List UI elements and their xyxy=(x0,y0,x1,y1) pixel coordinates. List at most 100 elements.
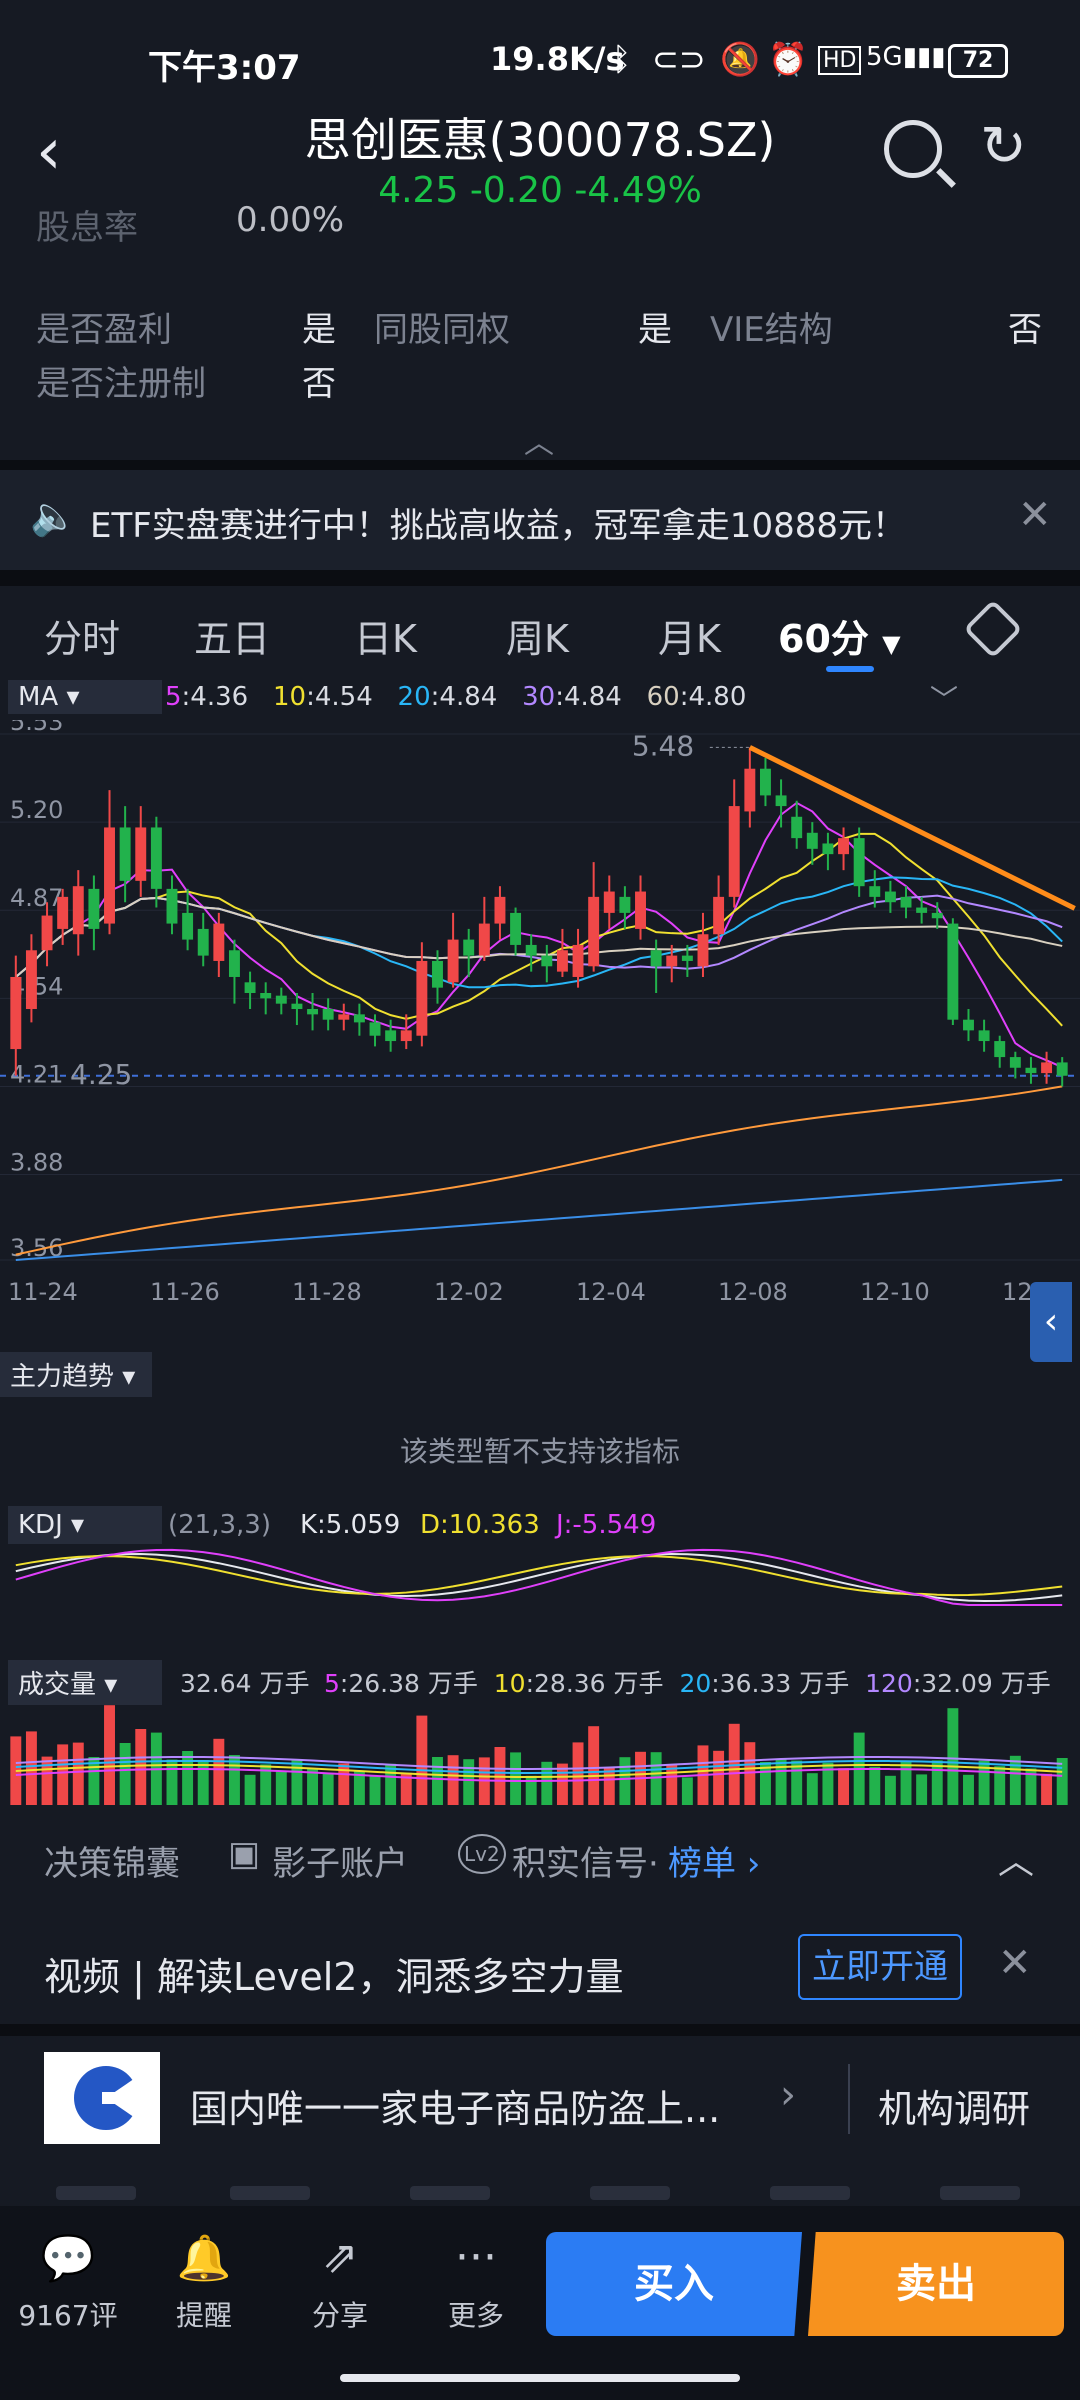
volume-bar xyxy=(775,1758,787,1805)
tab-weekly-k[interactable]: 周K xyxy=(506,608,569,663)
vol120-value: :32.09 万手 xyxy=(912,1669,1051,1698)
volume-bar xyxy=(307,1768,319,1805)
candle-body xyxy=(291,1003,303,1010)
stock-change-pct: -4.49% xyxy=(574,170,702,211)
signal-prefix: 积实信号· xyxy=(512,1844,659,1884)
mute-bell-icon: 🔕 xyxy=(720,40,760,78)
open-now-button[interactable]: 立即开通 xyxy=(798,1934,962,2000)
tab-intraday[interactable]: 分时 xyxy=(44,608,120,663)
vol5-value: :26.38 万手 xyxy=(339,1669,478,1698)
ma-label: MA xyxy=(18,682,59,712)
divider xyxy=(848,2064,850,2134)
volume-total: 32.64 万手 xyxy=(180,1669,310,1698)
x-tick-label: 12-04 xyxy=(576,1278,646,1306)
buy-button[interactable]: 买入 xyxy=(546,2232,802,2336)
volume-legend: 成交量 ▾ 32.64 万手 5:26.38 万手 10:28.36 万手 20… xyxy=(0,1660,1080,1705)
candle-body xyxy=(603,891,615,913)
candle-body xyxy=(1009,1057,1021,1068)
candle-body xyxy=(806,832,818,849)
kline-chart[interactable]: 5.535.204.874.544.213.883.564.255.48 11-… xyxy=(0,720,1080,1810)
candle-body xyxy=(650,950,662,967)
ma10-value: :4.54 xyxy=(306,682,373,712)
vol10-value: :28.36 万手 xyxy=(525,1669,664,1698)
period-tabs: 分时 五日 日K 周K 月K 60分 ▼ xyxy=(0,588,1080,678)
side-panel-toggle-icon[interactable]: ‹ xyxy=(1030,1282,1072,1362)
volume-bar xyxy=(666,1764,678,1805)
volume-bar xyxy=(25,1731,37,1805)
candle-body xyxy=(744,768,756,812)
status-time: 下午3:07 xyxy=(148,48,301,88)
chevron-right-icon: › xyxy=(780,2072,796,2118)
kdj-selector[interactable]: KDJ ▾ xyxy=(8,1506,162,1544)
candle-body xyxy=(635,891,646,929)
candle-body xyxy=(41,915,53,951)
sell-button[interactable]: 卖出 xyxy=(808,2232,1064,2336)
candle-body xyxy=(104,827,115,924)
volume-bar xyxy=(385,1763,397,1805)
main-trend-selector[interactable]: 主力趋势 ▾ xyxy=(0,1352,152,1397)
candle-body xyxy=(10,976,22,1050)
tab-five-day[interactable]: 五日 xyxy=(194,608,270,663)
settings-gear-icon[interactable] xyxy=(963,599,1023,659)
volume-bar xyxy=(244,1774,256,1805)
share-label: 分享 xyxy=(311,2299,368,2332)
volume-label: 成交量 xyxy=(18,1670,97,1700)
kdj-d: D:10.363 xyxy=(420,1510,540,1540)
info-label-same-rights: 同股同权 xyxy=(374,310,510,350)
candle-body xyxy=(947,923,959,1020)
candle-body xyxy=(416,960,428,1036)
candle-body xyxy=(244,982,256,993)
ma-selector[interactable]: MA ▾ xyxy=(8,680,162,714)
volume-bar xyxy=(963,1774,974,1805)
current-price-label: 4.25 xyxy=(70,1058,132,1091)
expand-chevron-icon[interactable]: ﹀ xyxy=(930,678,958,718)
video-ad[interactable]: 视频 | 解读Level2，洞悉多空力量 立即开通 ✕ xyxy=(0,1904,1080,2024)
close-icon[interactable]: ✕ xyxy=(1018,492,1052,538)
tab-monthly-k[interactable]: 月K xyxy=(658,608,721,663)
candle-body xyxy=(260,992,272,999)
tab-60min[interactable]: 60分 ▼ xyxy=(778,608,901,663)
institution-research-link[interactable]: 机构调研 xyxy=(878,2078,1030,2133)
volume-bar xyxy=(213,1738,225,1805)
volume-bar xyxy=(57,1744,69,1805)
volume-bar xyxy=(463,1759,475,1805)
leaderboard-link[interactable]: 榜单 › xyxy=(668,1836,760,1885)
volume-bar xyxy=(510,1752,522,1805)
info-value-profitable: 是 xyxy=(302,310,336,350)
candle-body xyxy=(213,923,225,961)
volume-bar xyxy=(275,1771,287,1805)
hd-icon: HD xyxy=(818,46,862,75)
share-button[interactable]: ⇗ 分享 xyxy=(280,2232,400,2334)
collapse-chevron-icon[interactable]: ︿ xyxy=(524,418,554,462)
candle-body xyxy=(57,896,69,929)
collapse-chevron-icon[interactable]: ︿ xyxy=(998,1832,1034,1884)
volume-bars xyxy=(10,1705,1068,1805)
dividend-value: 0.00% xyxy=(236,200,345,240)
shadow-account-button[interactable]: 影子账户 xyxy=(272,1836,408,1885)
promo-banner[interactable]: 🔈 ETF实盘赛进行中！挑战高收益，冠军拿走10888元！ ✕ xyxy=(0,470,1080,570)
decision-toolbar: 决策锦囊 ▣ 影子账户 Lv2 积实信号· 榜单 › ︿ xyxy=(0,1812,1080,1902)
refresh-icon[interactable]: ↻ xyxy=(980,114,1027,179)
candle-body xyxy=(510,912,522,945)
remind-button[interactable]: 🔔 提醒 xyxy=(144,2232,264,2334)
search-icon[interactable] xyxy=(884,120,942,178)
comments-button[interactable]: 💬 9167评 xyxy=(8,2232,128,2334)
info-value-same-rights: 是 xyxy=(638,310,672,350)
caret-down-icon: ▼ xyxy=(882,630,901,658)
volume-bar xyxy=(432,1757,443,1805)
network-speed: 19.8K/s xyxy=(490,40,625,78)
candle-body xyxy=(838,838,850,855)
volume-selector[interactable]: 成交量 ▾ xyxy=(8,1660,162,1705)
candle-body xyxy=(572,944,584,977)
divider xyxy=(0,570,1080,586)
more-button[interactable]: ··· 更多 xyxy=(416,2232,536,2334)
candle-body xyxy=(307,1009,319,1015)
candle-body xyxy=(338,1014,350,1020)
company-logo xyxy=(44,2052,160,2144)
close-icon[interactable]: ✕ xyxy=(998,1940,1032,1986)
news-row[interactable]: 国内唯一一家电子商品防盗上... › 机构调研 xyxy=(0,2036,1080,2160)
tab-daily-k[interactable]: 日K xyxy=(354,608,417,663)
ma-long-b-line xyxy=(15,1178,1063,1261)
candle-body xyxy=(884,891,896,903)
decision-kit-button[interactable]: 决策锦囊 xyxy=(44,1836,180,1885)
